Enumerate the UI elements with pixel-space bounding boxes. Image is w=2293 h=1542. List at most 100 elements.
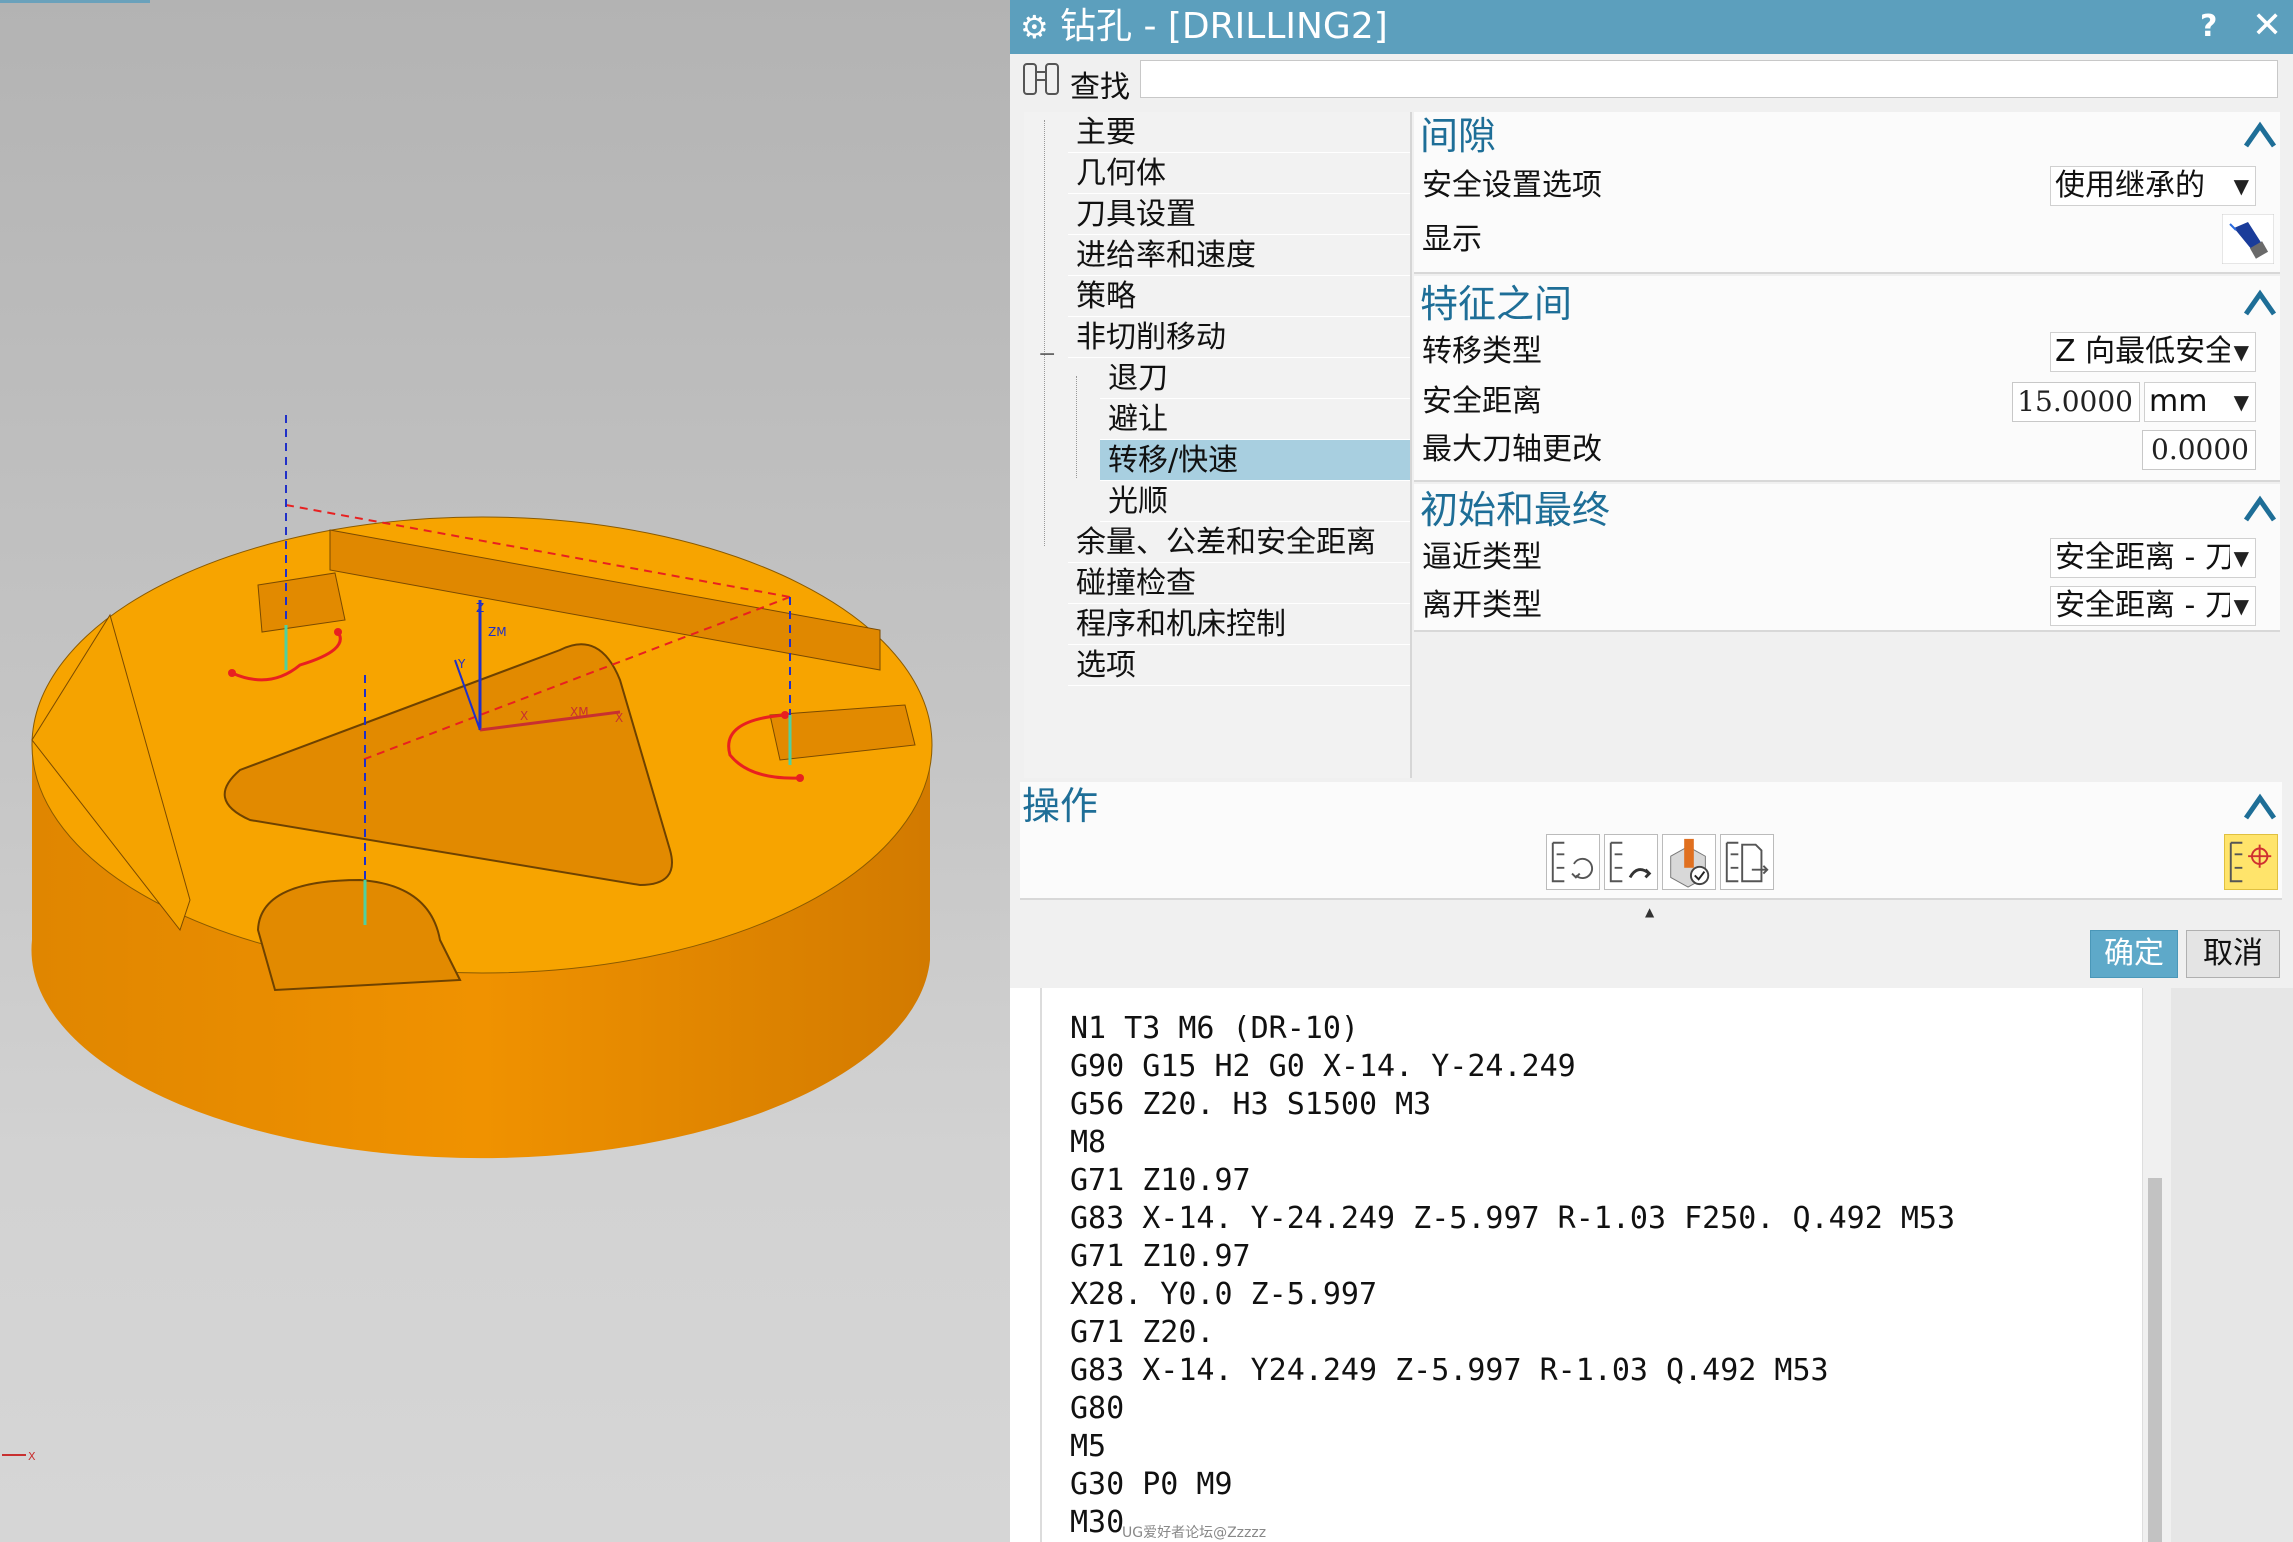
dropdown-arrow-icon: ▼	[2229, 333, 2249, 371]
dialog-titlebar[interactable]: ⚙ 钻孔 - [DRILLING2] ? ✕	[1010, 0, 2293, 54]
close-button[interactable]: ✕	[2252, 6, 2282, 46]
approach-type-dropdown[interactable]: 安全距离 - 刀 ▼	[2050, 538, 2256, 578]
flashlight-icon[interactable]	[2222, 214, 2274, 264]
safe-distance-unit-dropdown[interactable]: mm ▼	[2144, 382, 2256, 422]
tree-item-feeds-speeds[interactable]: 进给率和速度	[1068, 235, 1410, 276]
safety-option-value: 使用继承的	[2055, 168, 2205, 203]
tree-item-retract[interactable]: 退刀	[1100, 358, 1410, 399]
code-line: G56 Z20. H3 S1500 M3	[1070, 1087, 1432, 1122]
tree-item-strategy[interactable]: 策略	[1068, 276, 1410, 317]
initial-final-title: 初始和最终	[1420, 488, 1611, 532]
wcs-label-x: X	[520, 709, 528, 723]
tree-item-transfer-rapid[interactable]: 转移/快速	[1100, 440, 1410, 481]
corner-triad-label: X	[28, 1450, 36, 1463]
tree-item-smoothing[interactable]: 光顺	[1100, 481, 1410, 522]
wcs-label-zm: ZM	[488, 625, 507, 639]
tree-guide-line	[1076, 376, 1077, 478]
drilling-dialog: ⚙ 钻孔 - [DRILLING2] ? ✕ 查找 − 主要 几何体 刀具设置 …	[1010, 0, 2293, 988]
wcs-label-x2: X	[615, 711, 623, 725]
tree-item-geometry[interactable]: 几何体	[1068, 153, 1410, 194]
safety-option-label: 安全设置选项	[1422, 168, 1602, 203]
path-point	[334, 628, 342, 636]
panel-splitter[interactable]: ▲	[1010, 902, 2293, 918]
wcs-label-xm: XM	[570, 705, 589, 719]
tree-item-non-cutting-moves[interactable]: 非切削移动	[1068, 317, 1410, 358]
code-scrollbar-thumb[interactable]	[2148, 1178, 2162, 1542]
chevron-up-icon[interactable]	[2242, 792, 2278, 822]
code-line: G71 Z10.97	[1070, 1163, 1251, 1198]
transfer-type-dropdown[interactable]: Z 向最低安全 ▼	[2050, 332, 2256, 372]
cancel-button[interactable]: 取消	[2186, 930, 2280, 978]
generate-icon[interactable]	[1546, 834, 1600, 890]
approach-type-value: 安全距离 - 刀	[2055, 540, 2235, 575]
dropdown-arrow-icon: ▼	[2229, 539, 2249, 577]
code-line: M8	[1070, 1125, 1107, 1160]
expand-arrow-icon[interactable]: ▲	[1645, 906, 1654, 918]
departure-type-value: 安全距离 - 刀	[2055, 588, 2235, 623]
transfer-type-value: Z 向最低安全	[2055, 334, 2236, 369]
part-model: ZM Z XM X X Y X	[2, 415, 933, 1463]
tree-item-program-machine[interactable]: 程序和机床控制	[1068, 604, 1410, 645]
wcs-label-y: Y	[457, 657, 466, 671]
verify-icon[interactable]	[1662, 834, 1716, 890]
path-point	[228, 669, 236, 677]
dialog-title: 钻孔 - [DRILLING2]	[1060, 6, 1388, 47]
nc-code-listing: N1 T3 M6 (DR-10) G90 G15 H2 G0 X-14. Y-2…	[1070, 1010, 1955, 1542]
code-line: G30 P0 M9	[1070, 1467, 1233, 1502]
initial-final-section: 初始和最终 逼近类型 安全距离 - 刀 ▼ 离开类型 安全距离 - 刀 ▼	[1414, 484, 2280, 632]
code-line: N1 T3 M6 (DR-10)	[1070, 1011, 1359, 1046]
code-line: G71 Z10.97	[1070, 1239, 1251, 1274]
binoculars-icon[interactable]	[1020, 60, 1064, 100]
safe-distance-unit: mm	[2149, 384, 2208, 419]
code-panel-border	[1040, 988, 1042, 1542]
postprocess-icon[interactable]	[2224, 834, 2278, 890]
code-line: G71 Z20.	[1070, 1315, 1215, 1350]
safety-option-dropdown[interactable]: 使用继承的 ▼	[2050, 166, 2256, 206]
tree-item-stock-tolerance[interactable]: 余量、公差和安全距离	[1068, 522, 1410, 563]
code-line: G83 X-14. Y24.249 Z-5.997 R-1.03 Q.492 M…	[1070, 1353, 1829, 1388]
gear-icon: ⚙	[1020, 8, 1049, 46]
transfer-type-label: 转移类型	[1422, 334, 1542, 369]
code-line: G90 G15 H2 G0 X-14. Y-24.249	[1070, 1049, 1576, 1084]
operations-section: 操作	[1020, 782, 2282, 900]
help-button[interactable]: ?	[2200, 8, 2217, 46]
departure-type-label: 离开类型	[1422, 588, 1542, 623]
tree-item-tool-settings[interactable]: 刀具设置	[1068, 194, 1410, 235]
tree-item-main[interactable]: 主要	[1068, 112, 1410, 153]
watermark-text: UG爱好者论坛@Zzzzz	[1122, 1525, 1267, 1541]
safe-distance-input[interactable]: 15.0000	[2012, 382, 2140, 422]
tree-guide-line	[1044, 120, 1045, 546]
tree-item-collision-check[interactable]: 碰撞检查	[1068, 563, 1410, 604]
tree-item-avoidance[interactable]: 避让	[1100, 399, 1410, 440]
code-line: G80	[1070, 1391, 1125, 1426]
chevron-up-icon[interactable]	[2242, 494, 2278, 524]
max-axis-change-input[interactable]: 0.0000	[2142, 430, 2256, 470]
dropdown-arrow-icon: ▼	[2229, 383, 2249, 421]
navigation-tree: − 主要 几何体 刀具设置 进给率和速度 策略 非切削移动 退刀 避让 转移/快…	[1024, 112, 1412, 778]
find-label: 查找	[1070, 70, 1130, 105]
replay-icon[interactable]	[1604, 834, 1658, 890]
graphics-viewport[interactable]: ZM Z XM X X Y X	[0, 0, 1010, 1542]
collapse-toggle-icon[interactable]: −	[1038, 344, 1056, 366]
list-icon[interactable]	[1720, 834, 1774, 890]
chevron-up-icon[interactable]	[2242, 288, 2278, 318]
find-input[interactable]	[1140, 60, 2278, 98]
between-features-title: 特征之间	[1420, 282, 1573, 326]
find-row: 查找	[1010, 56, 2293, 105]
tree-item-options[interactable]: 选项	[1068, 645, 1410, 686]
display-label: 显示	[1422, 222, 1482, 257]
clearance-title: 间隙	[1420, 114, 1497, 158]
dropdown-arrow-icon: ▼	[2229, 587, 2249, 625]
nc-code-panel: N1 T3 M6 (DR-10) G90 G15 H2 G0 X-14. Y-2…	[1010, 988, 2293, 1542]
approach-type-label: 逼近类型	[1422, 540, 1542, 575]
settings-panel: 间隙 安全设置选项 使用继承的 ▼ 显示 特征之间 转移类型 Z 向最低安全 ▼…	[1414, 112, 2280, 778]
chevron-up-icon[interactable]	[2242, 120, 2278, 150]
code-line: M5	[1070, 1429, 1107, 1464]
ok-button[interactable]: 确定	[2090, 930, 2178, 978]
dropdown-arrow-icon: ▼	[2229, 167, 2249, 205]
wcs-label-z: Z	[476, 601, 484, 615]
clearance-section: 间隙 安全设置选项 使用继承的 ▼ 显示	[1414, 112, 2280, 274]
code-line: G83 X-14. Y-24.249 Z-5.997 R-1.03 F250. …	[1070, 1201, 1956, 1236]
departure-type-dropdown[interactable]: 安全距离 - 刀 ▼	[2050, 586, 2256, 626]
code-panel-margin	[2170, 988, 2293, 1542]
